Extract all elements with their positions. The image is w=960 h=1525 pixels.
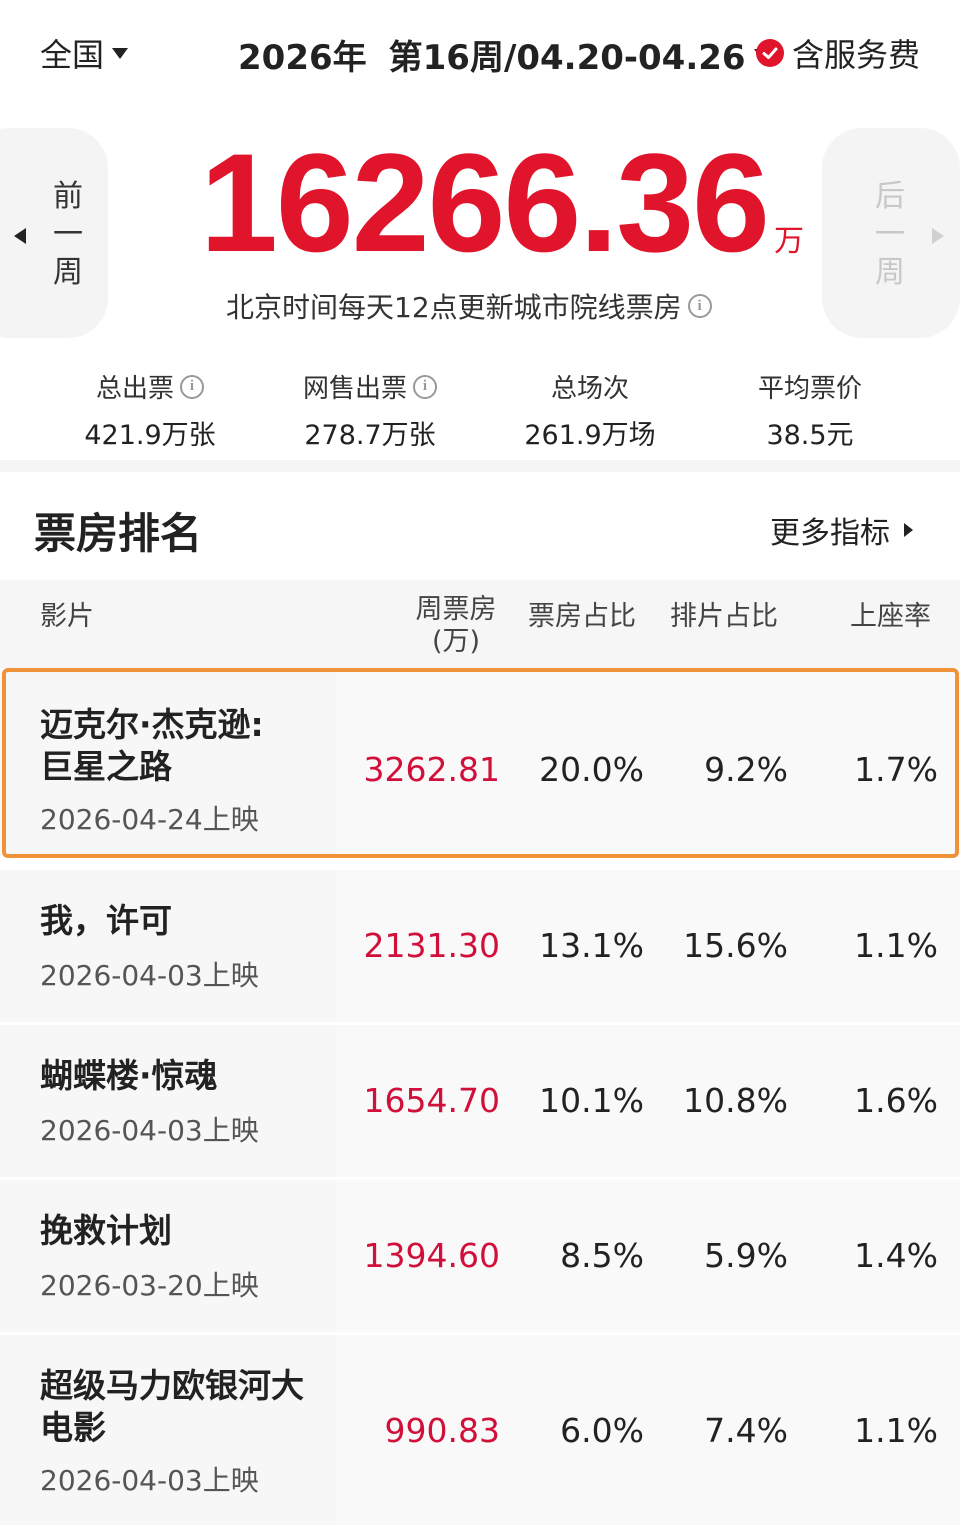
release-date: 2026-04-03上映 (40, 1464, 259, 1497)
period-selector[interactable]: 2026年 第16周/04.20-04.26 (238, 30, 770, 79)
table-row[interactable]: 挽救计划 2026-03-20上映 1394.60 8.5% 5.9% 1.4% (0, 1180, 960, 1332)
release-date: 2026-04-03上映 (40, 959, 259, 992)
stat-label: 总场次 (550, 374, 629, 404)
info-icon[interactable]: i (180, 374, 204, 399)
weekly-box-value: 1654.70 (363, 1081, 500, 1120)
update-note-text: 北京时间每天12点更新城市院线票房 (226, 291, 682, 324)
weekly-box-value: 990.83 (384, 1411, 500, 1450)
film-name: 挽救计划 (40, 1211, 172, 1250)
stats-row: 总出票 i 421.9万张 网售出票 i 278.7万张 总场次 261.9万场 平… (0, 360, 960, 460)
more-metrics-label: 更多指标 (770, 516, 890, 551)
film-name: 蝴蝶楼·惊魂 (40, 1056, 218, 1095)
top-bar: 全国 2026年 第16周/04.20-04.26 含服务费 (0, 0, 960, 110)
total-box-office-value: 16266.36 (200, 124, 770, 281)
arrow-left-icon (14, 228, 26, 244)
caret-down-icon (112, 47, 129, 59)
seat-rate-value: 1.1% (854, 926, 938, 965)
weekly-box-value: 1394.60 (363, 1236, 500, 1275)
more-metrics-button[interactable]: 更多指标 (770, 508, 913, 552)
column-weekly-box[interactable]: 周票房 (万) (410, 594, 502, 658)
film-name: 超级马力欧银河大 电影 (40, 1366, 304, 1447)
box-share-value: 6.0% (560, 1411, 644, 1450)
prev-week-label: 前 一 周 (53, 179, 83, 290)
total-box-office: 16266.36 万 (200, 124, 804, 281)
table-row[interactable]: 超级马力欧银河大 电影 2026-04-03上映 990.83 6.0% 7.4… (0, 1335, 960, 1525)
stat-label: 总出票 (95, 374, 174, 404)
summary-panel: 前 一 周 16266.36 万 北京时间每天12点更新城市院线票房 i 后 一… (0, 110, 960, 345)
seat-rate-value: 1.4% (854, 1236, 938, 1275)
table-row[interactable]: 我，许可 2026-04-03上映 2131.30 13.1% 15.6% 1.… (0, 870, 960, 1022)
next-week-button[interactable]: 后 一 周 (822, 128, 960, 338)
service-fee-toggle[interactable]: 含服务费 (756, 30, 920, 76)
prev-week-button[interactable]: 前 一 周 (0, 128, 108, 338)
stat-value: 261.9万场 (524, 420, 656, 451)
region-label: 全国 (40, 36, 105, 74)
stat-value: 278.7万张 (304, 420, 436, 451)
seat-rate-value: 1.6% (854, 1081, 938, 1120)
stat-total-tickets: 总出票 i 421.9万张 (40, 368, 260, 452)
arrow-right-icon (932, 228, 944, 244)
column-seat-rate[interactable]: 上座率 (850, 594, 931, 633)
check-icon (756, 39, 784, 67)
release-date: 2026-03-20上映 (40, 1269, 259, 1302)
column-film: 影片 (40, 601, 94, 632)
weekly-box-value: 2131.30 (363, 926, 500, 965)
seat-rate-value: 1.1% (854, 1411, 938, 1450)
schedule-share-value: 7.4% (704, 1411, 788, 1450)
total-box-office-unit: 万 (773, 224, 804, 259)
next-week-label: 后 一 周 (875, 179, 905, 290)
box-share-value: 13.1% (539, 926, 644, 965)
table-row[interactable]: 蝴蝶楼·惊魂 2026-04-03上映 1654.70 10.1% 10.8% … (0, 1025, 960, 1177)
box-share-value: 10.1% (539, 1081, 644, 1120)
box-share-value: 8.5% (560, 1236, 644, 1275)
service-fee-label: 含服务费 (792, 36, 921, 74)
stat-value: 421.9万张 (84, 420, 216, 451)
info-icon[interactable]: i (413, 374, 437, 399)
schedule-share-value: 10.8% (683, 1081, 788, 1120)
arrow-right-icon (904, 523, 913, 537)
info-icon[interactable]: i (687, 294, 712, 318)
year-label: 2026年 (238, 38, 367, 78)
release-date: 2026-04-03上映 (40, 1114, 259, 1147)
schedule-share-value: 5.9% (704, 1236, 788, 1275)
stat-label: 平均票价 (757, 374, 862, 404)
stat-value: 38.5元 (766, 420, 854, 451)
ranking-title: 票房排名 (34, 509, 203, 558)
region-selector[interactable]: 全国 (40, 30, 129, 76)
stat-online-tickets: 网售出票 i 278.7万张 (260, 368, 480, 452)
schedule-share-value: 15.6% (683, 926, 788, 965)
column-box-share[interactable]: 票房占比 (528, 594, 636, 633)
stat-label: 网售出票 (302, 374, 407, 404)
film-name: 我，许可 (40, 901, 172, 940)
section-divider (0, 460, 960, 472)
table-header: 影片 周票房 (万) 票房占比 排片占比 上座率 (0, 580, 960, 668)
stat-avg-price: 平均票价 38.5元 (700, 368, 920, 452)
column-schedule-share[interactable]: 排片占比 (670, 594, 778, 633)
week-range-label: 第16周/04.20-04.26 (388, 38, 746, 78)
stat-total-shows: 总场次 261.9万场 (480, 368, 700, 452)
row-highlight-frame (2, 668, 959, 858)
update-note: 北京时间每天12点更新城市院线票房 i (226, 286, 712, 326)
